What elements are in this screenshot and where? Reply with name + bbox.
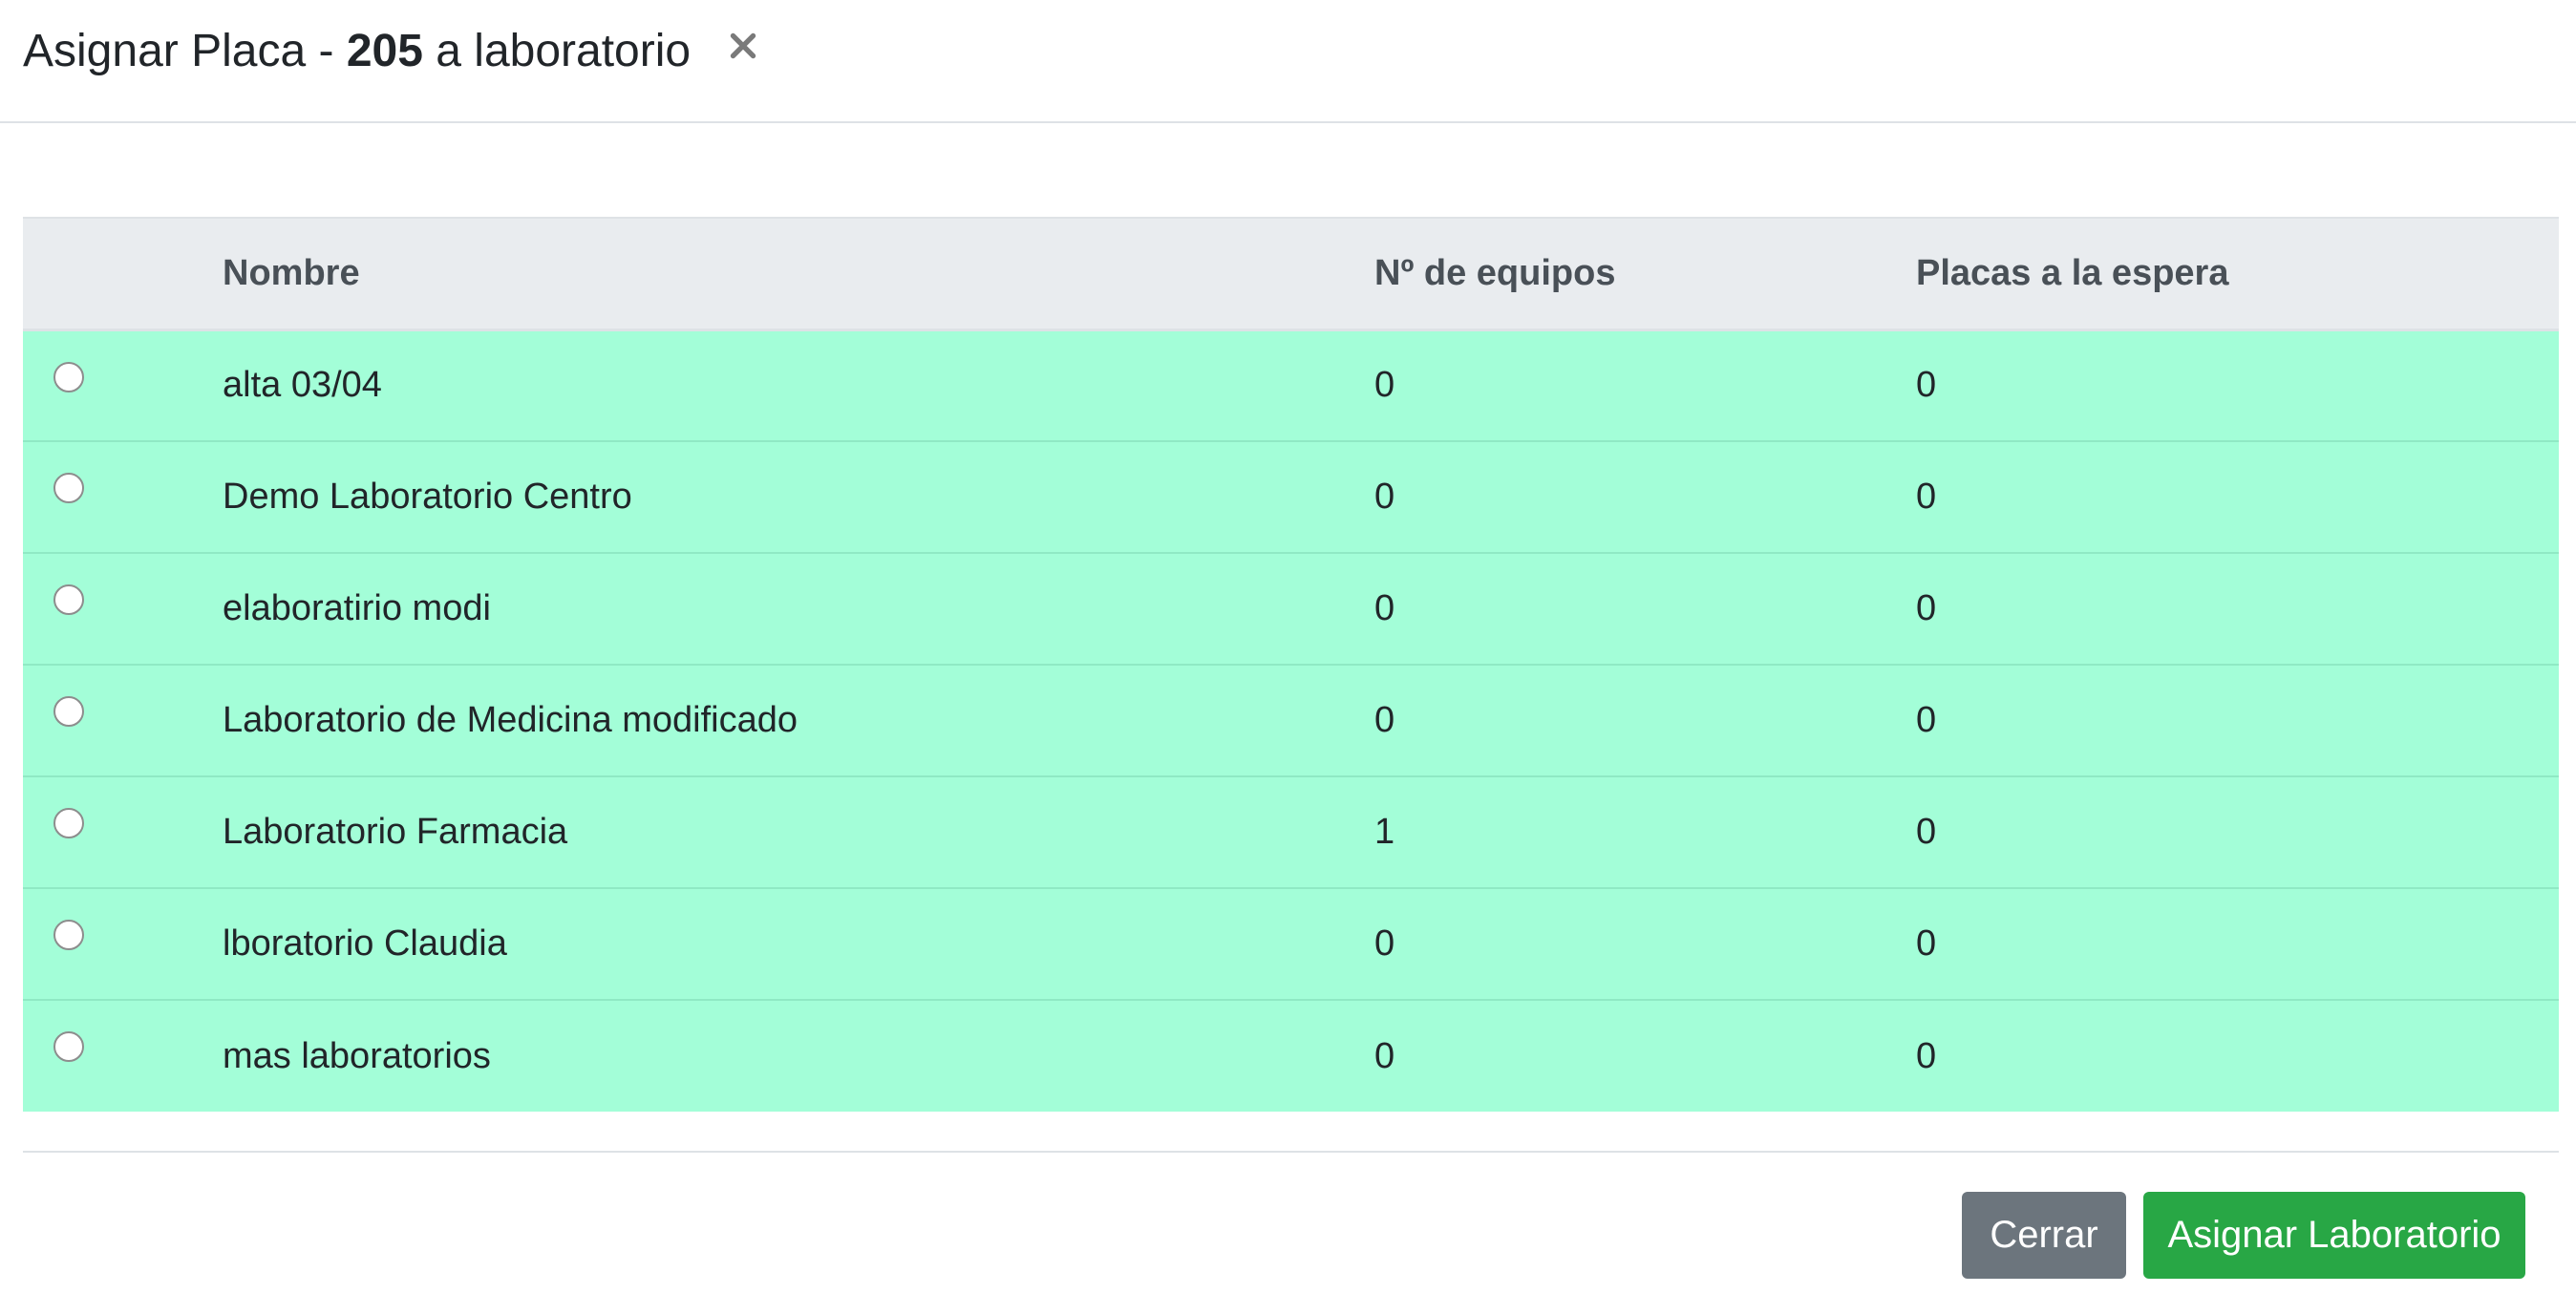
close-button[interactable]: [722, 19, 764, 73]
lab-equipos: 0: [1374, 552, 1916, 665]
lab-placas: 0: [1916, 999, 2559, 1112]
lab-name: Laboratorio Farmacia: [223, 775, 1374, 888]
modal-title: Asignar Placa - 205 a laboratorio: [23, 25, 691, 78]
select-cell: [23, 329, 223, 441]
modal-header: Asignar Placa - 205 a laboratorio: [0, 0, 2576, 123]
lab-equipos: 0: [1374, 887, 1916, 1000]
lab-equipos: 0: [1374, 664, 1916, 776]
lab-placas: 0: [1916, 775, 2559, 888]
laboratories-table: Nombre Nº de equipos Placas a la espera …: [23, 217, 2559, 1112]
table-row[interactable]: Laboratorio Farmacia 1 0: [23, 775, 2559, 888]
select-cell: [23, 552, 223, 665]
lab-placas: 0: [1916, 440, 2559, 553]
lab-radio[interactable]: [53, 696, 84, 727]
select-cell: [23, 999, 223, 1112]
select-cell: [23, 775, 223, 888]
table-row[interactable]: alta 03/04 0 0: [23, 329, 2559, 441]
table-row[interactable]: mas laboratorios 0 0: [23, 999, 2559, 1112]
lab-radio[interactable]: [53, 920, 84, 950]
laboratories-table-container: Nombre Nº de equipos Placas a la espera …: [23, 217, 2559, 1112]
modal-footer: Cerrar Asignar Laboratorio: [23, 1151, 2559, 1315]
table-row[interactable]: lboratorio Claudia 0 0: [23, 887, 2559, 1000]
lab-radio[interactable]: [53, 1031, 84, 1062]
lab-radio[interactable]: [53, 584, 84, 615]
lab-equipos: 1: [1374, 775, 1916, 888]
table-row[interactable]: Laboratorio de Medicina modificado 0 0: [23, 664, 2559, 776]
title-suffix: a laboratorio: [422, 26, 692, 76]
lab-equipos: 0: [1374, 999, 1916, 1112]
lab-name: alta 03/04: [223, 329, 1374, 441]
table-row[interactable]: elaboratirio modi 0 0: [23, 552, 2559, 665]
select-cell: [23, 887, 223, 1000]
table-row[interactable]: Demo Laboratorio Centro 0 0: [23, 440, 2559, 553]
select-cell: [23, 440, 223, 553]
lab-name: elaboratirio modi: [223, 552, 1374, 665]
title-prefix: Asignar Placa -: [23, 26, 347, 76]
table-header-row: Nombre Nº de equipos Placas a la espera: [23, 217, 2559, 331]
lab-equipos: 0: [1374, 329, 1916, 441]
asignar-laboratorio-button[interactable]: Asignar Laboratorio: [2143, 1192, 2525, 1279]
select-cell: [23, 664, 223, 776]
lab-name: Demo Laboratorio Centro: [223, 440, 1374, 553]
column-header-nombre: Nombre: [223, 217, 1374, 331]
lab-name: Laboratorio de Medicina modificado: [223, 664, 1374, 776]
cerrar-button[interactable]: Cerrar: [1962, 1192, 2126, 1279]
column-header-select: [23, 217, 223, 331]
plate-number: 205: [346, 26, 423, 76]
lab-name: mas laboratorios: [223, 999, 1374, 1112]
lab-radio[interactable]: [53, 473, 84, 503]
lab-name: lboratorio Claudia: [223, 887, 1374, 1000]
lab-placas: 0: [1916, 887, 2559, 1000]
lab-placas: 0: [1916, 329, 2559, 441]
column-header-equipos: Nº de equipos: [1374, 217, 1916, 331]
close-icon: [730, 32, 756, 59]
lab-equipos: 0: [1374, 440, 1916, 553]
lab-radio[interactable]: [53, 361, 84, 392]
lab-placas: 0: [1916, 664, 2559, 776]
assign-lab-modal: Asignar Placa - 205 a laboratorio Nombre…: [0, 0, 2576, 1315]
lab-placas: 0: [1916, 552, 2559, 665]
lab-radio[interactable]: [53, 808, 84, 838]
column-header-placas: Placas a la espera: [1916, 217, 2559, 331]
